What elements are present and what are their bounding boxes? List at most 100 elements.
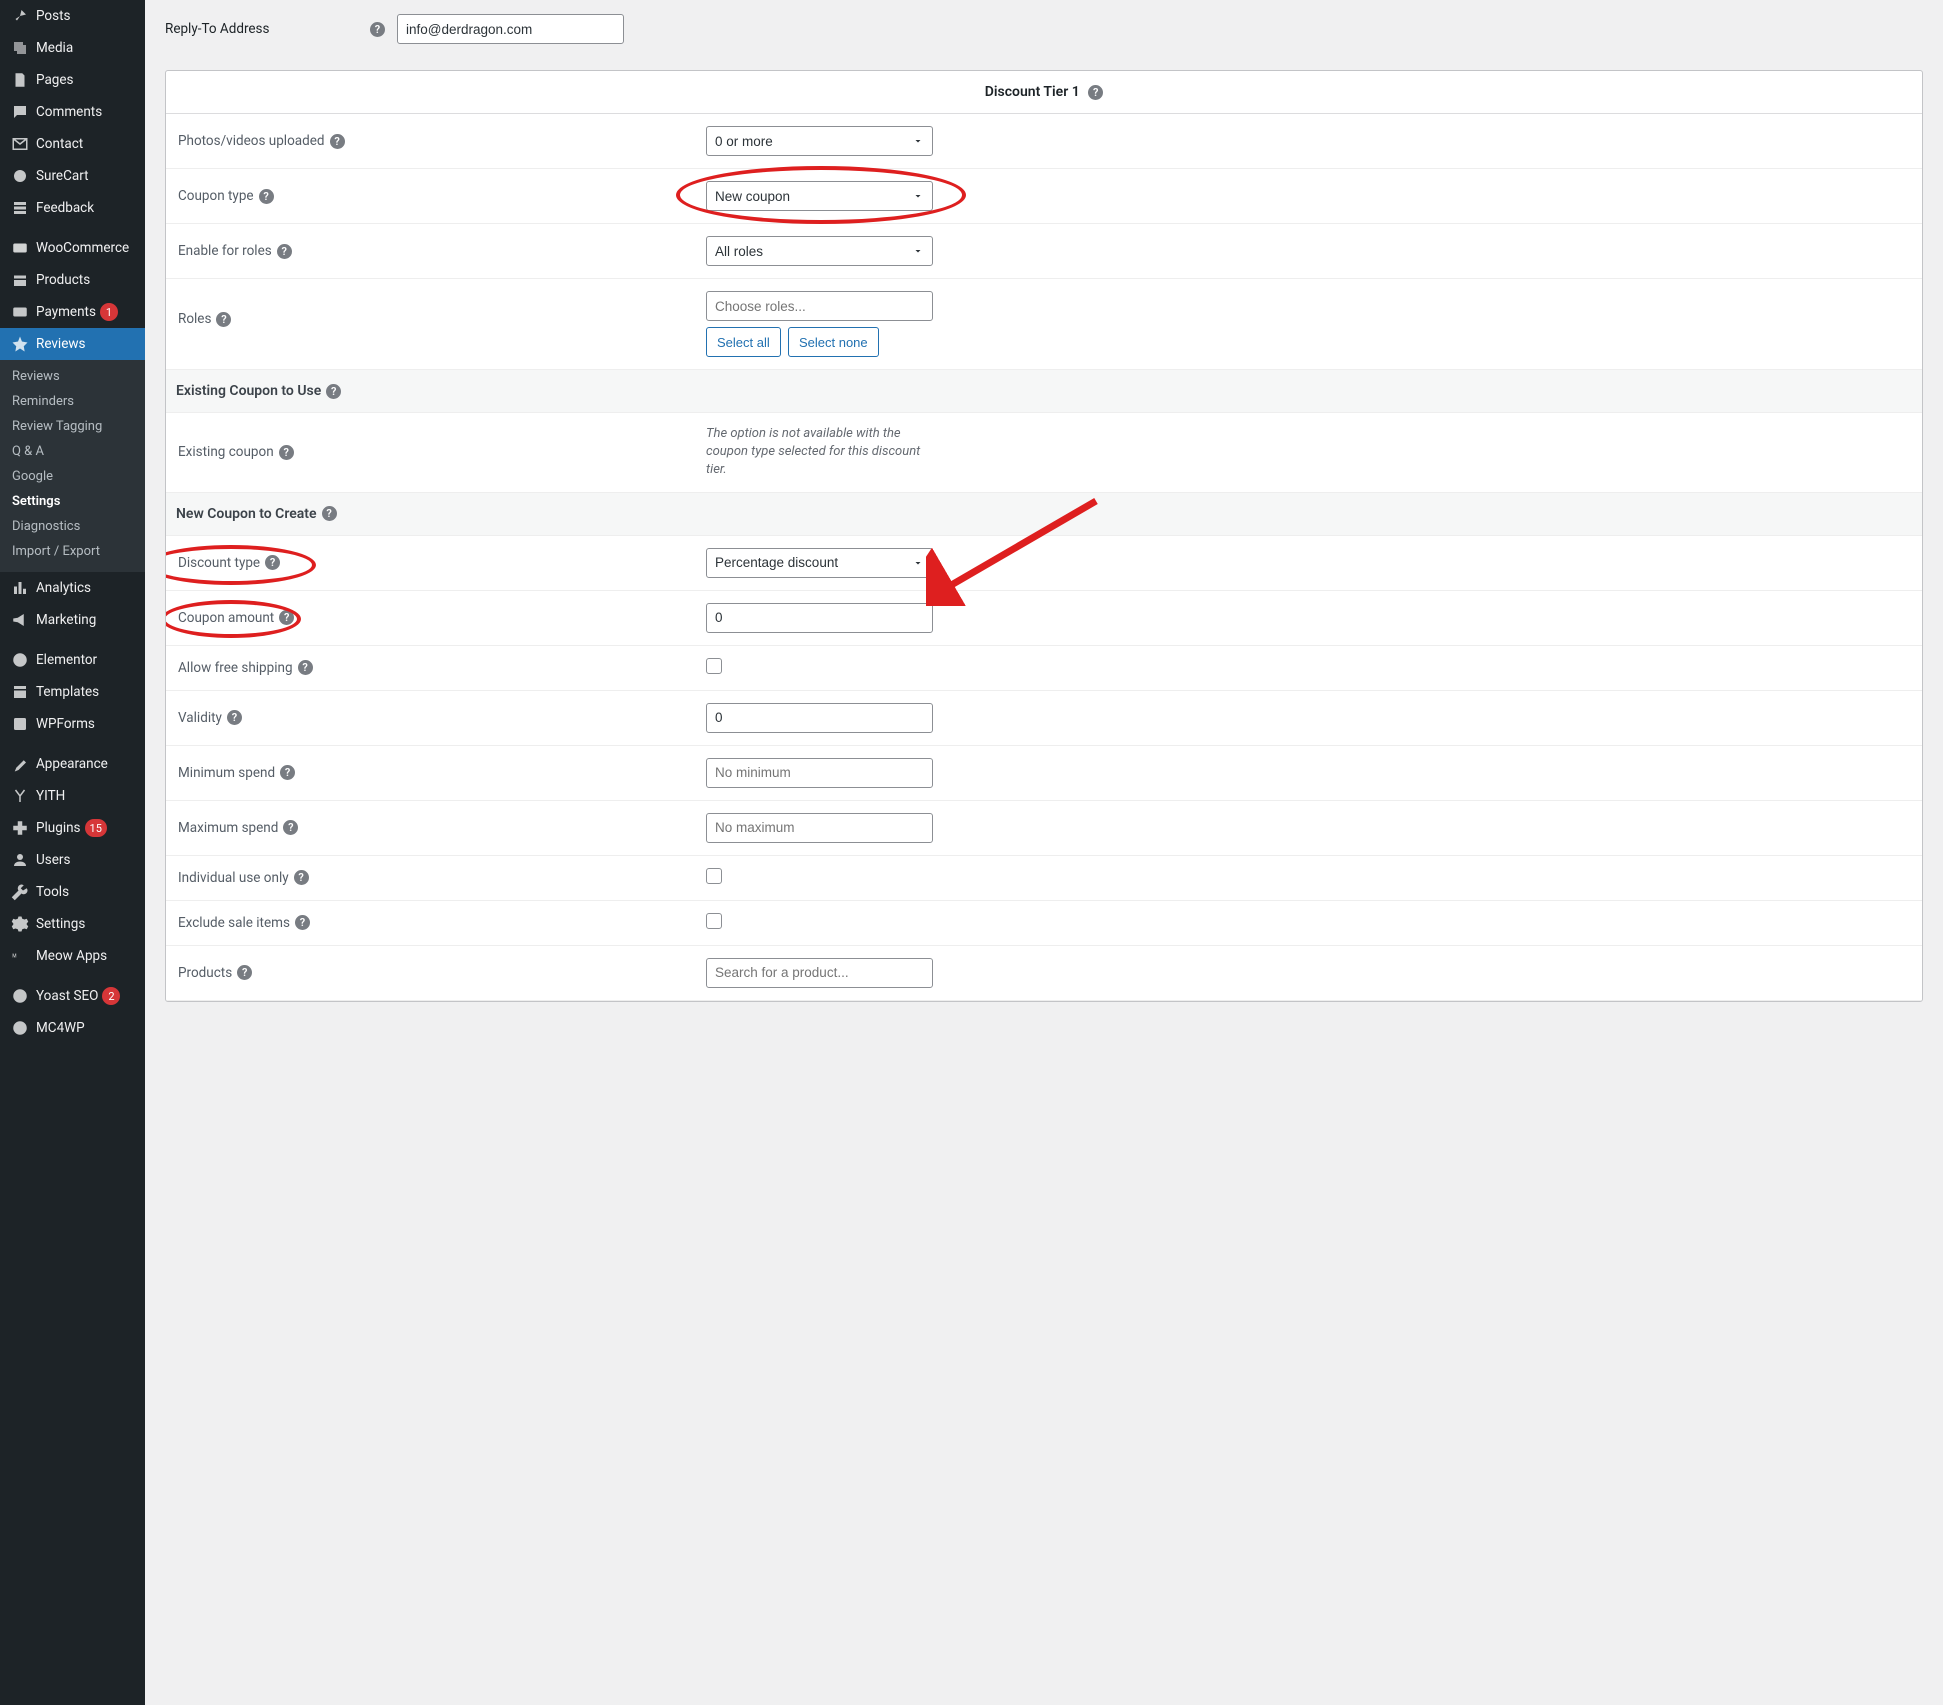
free-shipping-checkbox[interactable] bbox=[706, 658, 722, 674]
woo-icon bbox=[10, 239, 30, 257]
payments-badge: 1 bbox=[100, 303, 118, 321]
exclude-sale-checkbox[interactable] bbox=[706, 913, 722, 929]
sidebar-item-plugins[interactable]: Plugins15 bbox=[0, 812, 145, 844]
sidebar-item-yith[interactable]: YITH bbox=[0, 780, 145, 812]
main-content: Reply-To Address ? Discount Tier 1 ? Pho… bbox=[145, 0, 1943, 1705]
help-icon[interactable]: ? bbox=[280, 765, 295, 780]
megaphone-icon bbox=[10, 611, 30, 629]
sidebar-item-analytics[interactable]: Analytics bbox=[0, 572, 145, 604]
help-icon[interactable]: ? bbox=[259, 189, 274, 204]
help-icon[interactable]: ? bbox=[279, 610, 294, 625]
sub-review-tagging[interactable]: Review Tagging bbox=[0, 414, 145, 439]
select-all-button[interactable]: Select all bbox=[706, 327, 781, 357]
sub-reviews[interactable]: Reviews bbox=[0, 364, 145, 389]
sidebar-item-appearance[interactable]: Appearance bbox=[0, 748, 145, 780]
discount-type-select[interactable]: Percentage discount bbox=[706, 548, 933, 578]
sidebar-item-surecart[interactable]: SureCart bbox=[0, 160, 145, 192]
mail-icon bbox=[10, 135, 30, 153]
sidebar-item-contact[interactable]: Contact bbox=[0, 128, 145, 160]
exclude-sale-label: Exclude sale items bbox=[178, 915, 290, 931]
payments-icon bbox=[10, 303, 30, 321]
templates-icon bbox=[10, 683, 30, 701]
settings-icon bbox=[10, 915, 30, 933]
reply-to-input[interactable] bbox=[397, 14, 624, 44]
min-spend-input[interactable] bbox=[706, 758, 933, 788]
help-icon[interactable]: ? bbox=[277, 244, 292, 259]
coupon-type-label: Coupon type bbox=[178, 188, 254, 204]
help-icon[interactable]: ? bbox=[298, 660, 313, 675]
sidebar-item-settings[interactable]: Settings bbox=[0, 908, 145, 940]
sub-import-export[interactable]: Import / Export bbox=[0, 539, 145, 564]
help-icon[interactable]: ? bbox=[294, 870, 309, 885]
sidebar-item-media[interactable]: Media bbox=[0, 32, 145, 64]
free-shipping-label: Allow free shipping bbox=[178, 660, 293, 676]
sidebar-item-wpforms[interactable]: WPForms bbox=[0, 708, 145, 740]
existing-coupon-note: The option is not available with the cou… bbox=[706, 425, 926, 480]
plugins-badge: 15 bbox=[85, 819, 107, 837]
admin-sidebar: Posts Media Pages Comments Contact SureC… bbox=[0, 0, 145, 1705]
sidebar-item-yoast[interactable]: Yoast SEO2 bbox=[0, 980, 145, 1012]
help-icon[interactable]: ? bbox=[295, 915, 310, 930]
sidebar-item-templates[interactable]: Templates bbox=[0, 676, 145, 708]
help-icon[interactable]: ? bbox=[237, 965, 252, 980]
sidebar-item-products[interactable]: Products bbox=[0, 264, 145, 296]
analytics-icon bbox=[10, 579, 30, 597]
max-spend-input[interactable] bbox=[706, 813, 933, 843]
roles-label: Roles bbox=[178, 311, 211, 327]
yith-icon bbox=[10, 787, 30, 805]
validity-input[interactable] bbox=[706, 703, 933, 733]
yoast-icon bbox=[10, 987, 30, 1005]
help-icon[interactable]: ? bbox=[326, 384, 341, 399]
sub-reminders[interactable]: Reminders bbox=[0, 389, 145, 414]
enable-roles-select[interactable]: All roles bbox=[706, 236, 933, 266]
sidebar-item-tools[interactable]: Tools bbox=[0, 876, 145, 908]
meow-icon: ᴹ bbox=[10, 947, 30, 965]
help-icon[interactable]: ? bbox=[216, 312, 231, 327]
wrench-icon bbox=[10, 883, 30, 901]
sidebar-item-payments[interactable]: Payments1 bbox=[0, 296, 145, 328]
yoast-badge: 2 bbox=[102, 987, 120, 1005]
mc4wp-icon bbox=[10, 1019, 30, 1037]
coupon-amount-input[interactable] bbox=[706, 603, 933, 633]
feedback-icon bbox=[10, 199, 30, 217]
wpforms-icon bbox=[10, 715, 30, 733]
discount-tier-panel: Discount Tier 1 ? Photos/videos uploaded… bbox=[165, 70, 1923, 1002]
sub-google[interactable]: Google bbox=[0, 464, 145, 489]
select-none-button[interactable]: Select none bbox=[788, 327, 879, 357]
coupon-type-select[interactable]: New coupon bbox=[706, 181, 933, 211]
new-coupon-header: New Coupon to Create bbox=[176, 506, 317, 522]
products-input[interactable] bbox=[706, 958, 933, 988]
photos-select[interactable]: 0 or more bbox=[706, 126, 933, 156]
comment-icon bbox=[10, 103, 30, 121]
sub-settings[interactable]: Settings bbox=[0, 489, 145, 514]
help-icon[interactable]: ? bbox=[1088, 85, 1103, 100]
sidebar-item-posts[interactable]: Posts bbox=[0, 0, 145, 32]
sidebar-item-comments[interactable]: Comments bbox=[0, 96, 145, 128]
individual-checkbox[interactable] bbox=[706, 868, 722, 884]
help-icon[interactable]: ? bbox=[279, 445, 294, 460]
help-icon[interactable]: ? bbox=[370, 22, 385, 37]
help-icon[interactable]: ? bbox=[265, 555, 280, 570]
sidebar-item-reviews[interactable]: Reviews bbox=[0, 328, 145, 360]
sidebar-item-elementor[interactable]: Elementor bbox=[0, 644, 145, 676]
photos-label: Photos/videos uploaded bbox=[178, 133, 325, 149]
help-icon[interactable]: ? bbox=[322, 506, 337, 521]
sidebar-item-mc4wp[interactable]: MC4WP bbox=[0, 1012, 145, 1044]
enable-roles-label: Enable for roles bbox=[178, 243, 272, 259]
sidebar-item-users[interactable]: Users bbox=[0, 844, 145, 876]
sidebar-item-meow[interactable]: ᴹMeow Apps bbox=[0, 940, 145, 972]
existing-coupon-header: Existing Coupon to Use bbox=[176, 383, 321, 399]
help-icon[interactable]: ? bbox=[283, 820, 298, 835]
sidebar-item-pages[interactable]: Pages bbox=[0, 64, 145, 96]
sub-diagnostics[interactable]: Diagnostics bbox=[0, 514, 145, 539]
sidebar-item-woocommerce[interactable]: WooCommerce bbox=[0, 232, 145, 264]
sidebar-item-marketing[interactable]: Marketing bbox=[0, 604, 145, 636]
plugin-icon bbox=[10, 819, 30, 837]
roles-input[interactable] bbox=[706, 291, 933, 321]
elementor-icon bbox=[10, 651, 30, 669]
help-icon[interactable]: ? bbox=[330, 134, 345, 149]
validity-label: Validity bbox=[178, 710, 222, 726]
help-icon[interactable]: ? bbox=[227, 710, 242, 725]
sidebar-item-feedback[interactable]: Feedback bbox=[0, 192, 145, 224]
sub-qa[interactable]: Q & A bbox=[0, 439, 145, 464]
